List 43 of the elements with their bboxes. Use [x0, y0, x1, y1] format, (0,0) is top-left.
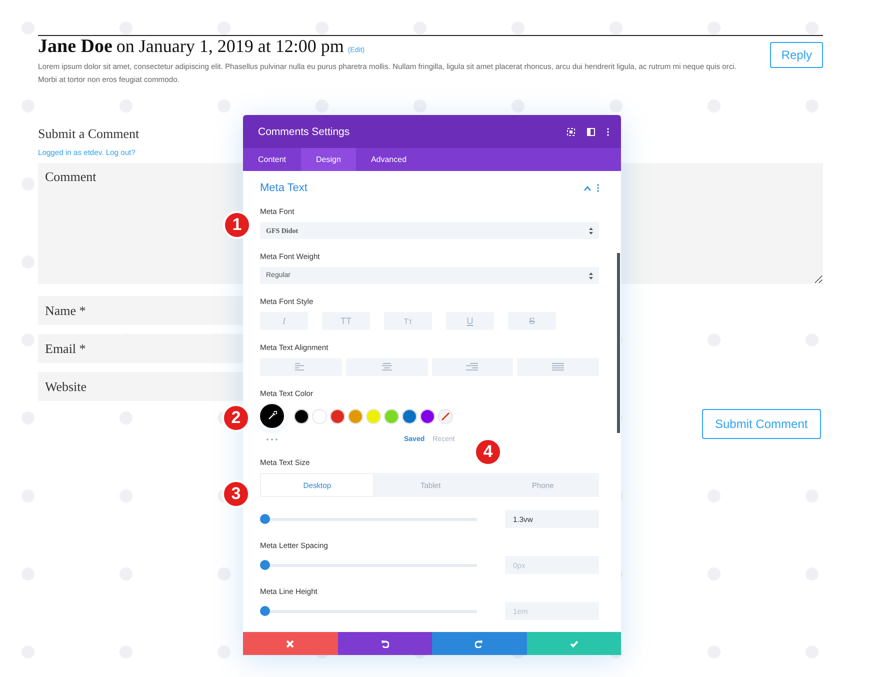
reply-button[interactable]: Reply: [770, 42, 823, 68]
align-justify-icon: [552, 363, 564, 371]
color-swatch[interactable]: [294, 408, 309, 424]
font-style-button[interactable]: I: [260, 312, 308, 330]
align-left-icon: [294, 363, 307, 371]
eyedropper-icon: [267, 411, 277, 421]
section-title: Meta Text: [260, 182, 308, 194]
font-style-button[interactable]: Tт: [384, 312, 432, 330]
expand-icon[interactable]: [567, 128, 575, 136]
color-swatch[interactable]: [384, 408, 399, 424]
slider-thumb[interactable]: [260, 560, 270, 570]
align-right-icon: [466, 363, 478, 371]
submit-button[interactable]: Submit Comment: [702, 409, 821, 439]
close-icon: [286, 640, 294, 648]
font-style-button[interactable]: TT: [322, 312, 370, 330]
redo-icon: [475, 640, 484, 648]
comment-author: Jane Doe: [38, 36, 112, 58]
number-badge: 2: [222, 404, 250, 432]
number-badge: 3: [222, 480, 250, 508]
color-swatch[interactable]: [420, 408, 435, 424]
slider-thumb[interactable]: [260, 514, 270, 524]
comment-date: on January 1, 2019 at 12:00 pm: [116, 36, 344, 57]
sidebar-icon[interactable]: [587, 128, 595, 136]
undo-icon: [380, 640, 389, 648]
dropdown-arrows-icon: [589, 272, 593, 280]
color-picker-button[interactable]: [260, 404, 284, 428]
panel-tab[interactable]: Design: [301, 148, 356, 171]
check-icon: [570, 640, 578, 648]
slider-thumb[interactable]: [260, 606, 270, 616]
color-swatch[interactable]: [402, 408, 417, 424]
color-swatch[interactable]: [366, 408, 381, 424]
font-style-button[interactable]: S: [508, 312, 556, 330]
align-center-icon: [380, 363, 393, 371]
font-style-button[interactable]: U: [446, 312, 494, 330]
color-swatch[interactable]: [330, 408, 345, 424]
scrollbar[interactable]: [617, 253, 620, 433]
panel-title: Comments Settings: [258, 126, 351, 138]
color-swatch[interactable]: [348, 408, 363, 424]
form-title: Submit a Comment: [38, 126, 140, 142]
dropdown-arrows-icon: [589, 226, 593, 234]
no-color-swatch[interactable]: [438, 408, 453, 424]
chevron-icon[interactable]: [584, 186, 591, 190]
color-swatch[interactable]: [312, 408, 327, 424]
